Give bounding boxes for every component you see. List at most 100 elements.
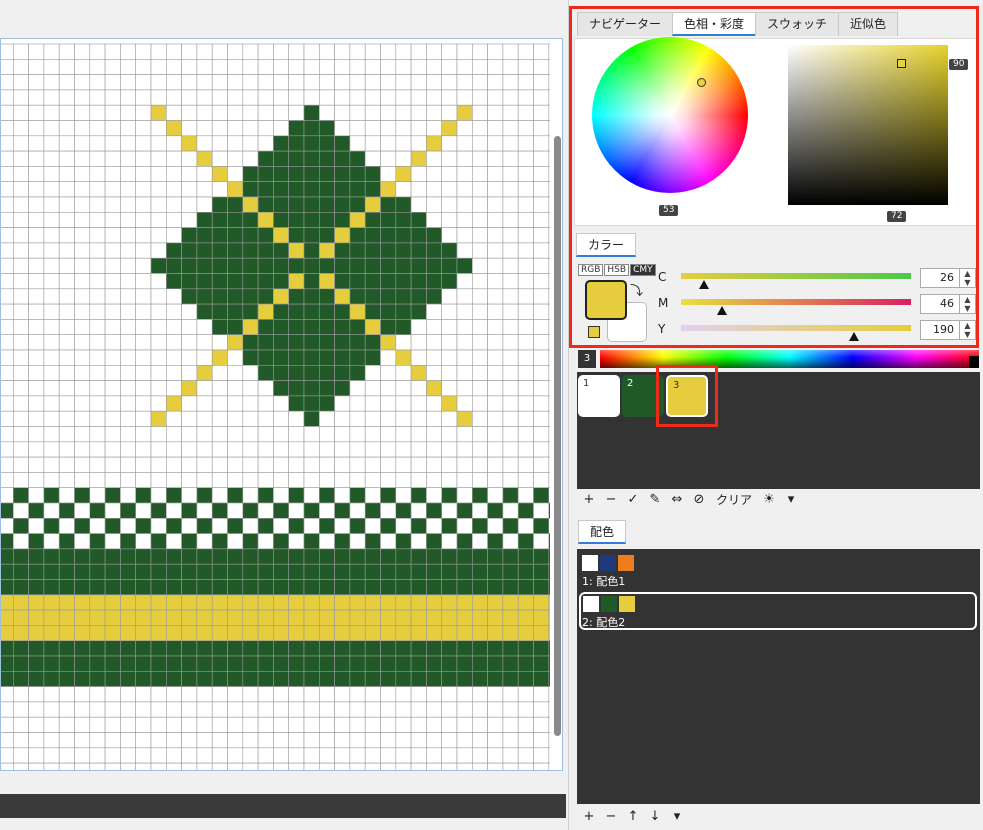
grid-cell[interactable] <box>150 166 167 183</box>
grid-cell[interactable] <box>1 104 14 121</box>
grid-cell[interactable] <box>410 716 427 733</box>
grid-cell[interactable] <box>456 640 473 657</box>
grid-cell[interactable] <box>533 701 550 718</box>
grid-cell[interactable] <box>441 257 458 274</box>
grid-cell[interactable] <box>318 640 335 657</box>
grid-cell[interactable] <box>487 104 504 121</box>
grid-cell[interactable] <box>43 625 60 642</box>
grid-cell[interactable] <box>166 319 182 335</box>
pattern-grid[interactable] <box>0 38 563 771</box>
grid-cell[interactable] <box>227 441 244 458</box>
grid-cell[interactable] <box>318 716 335 733</box>
grid-cell[interactable] <box>1 380 14 397</box>
grid-cell[interactable] <box>28 120 45 137</box>
grid-cell[interactable] <box>242 426 259 443</box>
grid-cell[interactable] <box>166 273 182 290</box>
grid-cell[interactable] <box>318 319 335 335</box>
grid-cell[interactable] <box>28 89 45 106</box>
grid-cell[interactable] <box>471 640 488 657</box>
grid-cell[interactable] <box>487 579 504 596</box>
grid-cell[interactable] <box>364 257 381 274</box>
grid-cell[interactable] <box>273 548 289 565</box>
grid-cell[interactable] <box>441 594 458 611</box>
grid-cell[interactable] <box>1 242 14 259</box>
grid-cell[interactable] <box>456 104 473 121</box>
grid-cell[interactable] <box>533 319 550 335</box>
grid-cell[interactable] <box>426 441 442 458</box>
grid-cell[interactable] <box>349 594 366 611</box>
grid-cell[interactable] <box>242 349 259 366</box>
grid-cell[interactable] <box>364 196 381 213</box>
grid-cell[interactable] <box>1 288 14 305</box>
grid-cell[interactable] <box>349 273 366 290</box>
grid-cell[interactable] <box>135 609 152 626</box>
grid-cell[interactable] <box>487 58 504 75</box>
grid-cell[interactable] <box>211 58 228 75</box>
grid-cell[interactable] <box>288 74 305 91</box>
grid-cell[interactable] <box>13 533 29 550</box>
grid-cell[interactable] <box>89 517 106 534</box>
grid-cell[interactable] <box>364 120 381 137</box>
grid-cell[interactable] <box>181 640 198 657</box>
grid-cell[interactable] <box>288 120 305 137</box>
grid-cell[interactable] <box>273 487 289 504</box>
grid-cell[interactable] <box>273 625 289 642</box>
grid-cell[interactable] <box>150 181 167 198</box>
grid-cell[interactable] <box>211 257 228 274</box>
grid-cell[interactable] <box>181 747 198 764</box>
grid-cell[interactable] <box>89 181 106 198</box>
grid-cell[interactable] <box>211 594 228 611</box>
grid-cell[interactable] <box>196 732 213 749</box>
grid-cell[interactable] <box>533 257 550 274</box>
grid-cell[interactable] <box>1 364 14 381</box>
grid-cell[interactable] <box>135 104 152 121</box>
grid-cell[interactable] <box>517 625 534 642</box>
grid-cell[interactable] <box>196 150 213 167</box>
grid-cell[interactable] <box>395 533 412 550</box>
grid-cell[interactable] <box>318 104 335 121</box>
grid-cell[interactable] <box>426 74 442 91</box>
grid-cell[interactable] <box>150 303 167 320</box>
grid-cell[interactable] <box>288 89 305 106</box>
grid-cell[interactable] <box>227 395 244 412</box>
grid-cell[interactable] <box>441 58 458 75</box>
grid-cell[interactable] <box>364 135 381 152</box>
grid-cell[interactable] <box>487 686 504 703</box>
grid-cell[interactable] <box>1 747 14 764</box>
grid-cell[interactable] <box>517 487 534 504</box>
grid-cell[interactable] <box>135 181 152 198</box>
grid-cell[interactable] <box>395 212 412 228</box>
grid-cell[interactable] <box>502 166 519 183</box>
grid-cell[interactable] <box>441 747 458 764</box>
grid-cell[interactable] <box>502 487 519 504</box>
grid-cell[interactable] <box>257 456 274 473</box>
grid-cell[interactable] <box>227 410 244 427</box>
grid-cell[interactable] <box>28 609 45 626</box>
grid-cell[interactable] <box>211 380 228 397</box>
grid-cell[interactable] <box>89 609 106 626</box>
grid-cell[interactable] <box>349 212 366 228</box>
grid-cell[interactable] <box>303 716 320 733</box>
grid-cell[interactable] <box>303 196 320 213</box>
grid-cell[interactable] <box>349 319 366 335</box>
grid-cell[interactable] <box>502 594 519 611</box>
grid-cell[interactable] <box>28 166 45 183</box>
grid-cell[interactable] <box>1 502 14 519</box>
grid-cell[interactable] <box>288 563 305 580</box>
grid-cell[interactable] <box>426 426 442 443</box>
grid-cell[interactable] <box>334 487 351 504</box>
grid-cell[interactable] <box>349 441 366 458</box>
grid-cell[interactable] <box>257 334 274 351</box>
grid-cell[interactable] <box>1 120 14 137</box>
grid-cell[interactable] <box>426 762 442 771</box>
grid-cell[interactable] <box>1 594 14 611</box>
grid-cell[interactable] <box>166 441 182 458</box>
grid-cell[interactable] <box>120 166 137 183</box>
grid-cell[interactable] <box>487 472 504 488</box>
grid-cell[interactable] <box>380 487 397 504</box>
grid-cell[interactable] <box>104 625 121 642</box>
grid-cell[interactable] <box>318 487 335 504</box>
grid-cell[interactable] <box>58 426 75 443</box>
grid-cell[interactable] <box>441 74 458 91</box>
grid-cell[interactable] <box>380 686 397 703</box>
